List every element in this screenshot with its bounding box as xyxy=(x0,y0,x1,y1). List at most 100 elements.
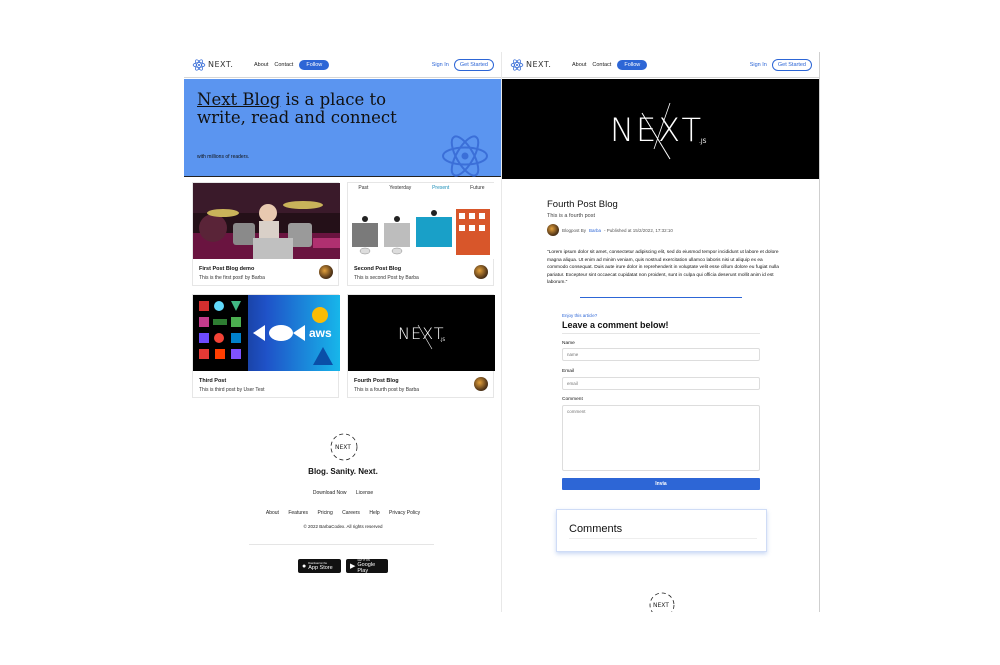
name-label: Name xyxy=(562,341,575,346)
comment-textarea[interactable] xyxy=(562,405,760,471)
card-subtitle: This is a fourth post by Barba xyxy=(354,387,420,393)
hero-subtitle: with millions of readers. xyxy=(197,154,250,160)
footer-links-row: About Features Pricing Careers Help Priv… xyxy=(184,510,501,516)
card-title: Third Post xyxy=(199,378,227,384)
post-card-1[interactable]: First Post Blog demo This is the first p… xyxy=(192,182,340,286)
get-started-button[interactable]: Get Started xyxy=(771,58,812,71)
card-title: Fourth Post Blog xyxy=(354,378,399,384)
nav-links: About Contact Follow xyxy=(254,59,330,70)
google-play-button[interactable]: ▶ GET IT ON Google Play xyxy=(346,559,388,574)
nav-contact-link[interactable]: Contact xyxy=(592,62,611,68)
svg-text:NEXT: NEXT xyxy=(398,324,445,343)
footer-pricing-link[interactable]: Pricing xyxy=(317,510,332,516)
author-avatar xyxy=(547,224,559,236)
app-store-big-text: App Store xyxy=(308,564,333,571)
follow-button[interactable]: Follow xyxy=(299,59,330,70)
meta-prefix: Blogpost By xyxy=(562,227,587,233)
form-divider xyxy=(562,333,760,334)
drummer-photo xyxy=(193,183,340,259)
site-logo[interactable]: NEXT. xyxy=(192,58,250,72)
footer-about-link[interactable]: About xyxy=(266,510,279,516)
site-logo[interactable]: NEXT. xyxy=(510,58,568,72)
app-store-text: Download on the App Store xyxy=(308,562,332,571)
card-title: First Post Blog demo xyxy=(199,266,255,272)
meta-author-link[interactable]: Barba xyxy=(589,228,601,233)
email-label: Email xyxy=(562,369,574,374)
app-store-button[interactable]: ● Download on the App Store xyxy=(298,559,341,573)
google-play-big-text: Google Play xyxy=(357,561,376,574)
follow-button[interactable]: Follow xyxy=(617,59,648,70)
timeline-diagram xyxy=(352,209,490,255)
card-subtitle: This is second Post by Barba xyxy=(354,275,419,281)
atom-icon xyxy=(510,58,524,71)
footer-help-link[interactable]: Help xyxy=(369,510,379,516)
blog-post-page: NEXT. About Contact Follow Sign In Get S… xyxy=(502,52,820,612)
play-icon: ▶ xyxy=(350,563,356,570)
license-link[interactable]: License xyxy=(356,490,373,496)
author-avatar xyxy=(474,377,488,391)
react-atom-icon xyxy=(442,135,488,177)
footer-privacy-link[interactable]: Privacy Policy xyxy=(389,510,420,516)
nav-auth: Sign In Get Started xyxy=(432,58,494,71)
banner-js-text: .JS xyxy=(699,138,707,145)
footer-brand: Blog. Sanity. Next. xyxy=(308,467,378,476)
svg-text:.JS: .JS xyxy=(440,337,445,342)
banner-next-text: NEXT xyxy=(610,111,703,149)
top-nav: NEXT. About Contact Follow Sign In Get S… xyxy=(502,52,819,78)
get-started-button[interactable]: Get Started xyxy=(453,58,494,71)
hero-banner: Next Blog is a place to write, read and … xyxy=(184,79,501,177)
post-meta: Blogpost By Barba - Published at 15/2/20… xyxy=(547,224,673,236)
enjoy-text: Enjoy this article? xyxy=(562,313,598,318)
footer-logo-text: NEXT xyxy=(335,444,351,451)
post-subtitle: This is a fourth post xyxy=(547,213,595,219)
hero-title-link[interactable]: Next Blog xyxy=(197,90,280,109)
card-subtitle: This is third post by User Test xyxy=(199,387,265,393)
logo-text: NEXT. xyxy=(526,60,552,69)
sign-in-link[interactable]: Sign In xyxy=(432,62,449,68)
card-title: Second Post Blog xyxy=(354,266,402,272)
post-card-4[interactable]: NEXT .JS Fourth Post Blog This is a four… xyxy=(347,294,495,398)
footer-copyright: © 2022 BarbaCodex. All rights reserved xyxy=(303,524,383,529)
download-now-link[interactable]: Download Now xyxy=(313,490,347,496)
comments-section: Comments xyxy=(556,509,767,552)
footer-logo-text: NEXT xyxy=(653,602,669,609)
author-avatar xyxy=(474,265,488,279)
meta-published: - Published at 15/2/2022, 17:32:10 xyxy=(604,227,673,233)
post-title: Fourth Post Blog xyxy=(547,199,618,210)
author-avatar xyxy=(319,265,333,279)
nextjs-logo-image: NEXT .JS xyxy=(348,295,495,371)
google-play-text: GET IT ON Google Play xyxy=(357,559,384,574)
post-card-2[interactable]: Past Yesterday Present Future Second Pos… xyxy=(347,182,495,286)
post-card-3[interactable]: aws Third Post This is third post by Use… xyxy=(192,294,340,398)
apple-icon: ● xyxy=(302,562,307,570)
nav-contact-link[interactable]: Contact xyxy=(274,62,293,68)
submit-comment-button[interactable]: Invia xyxy=(562,478,760,490)
atom-icon xyxy=(192,58,206,71)
nav-about-link[interactable]: About xyxy=(254,62,268,68)
comment-label: Comment xyxy=(562,397,583,402)
blog-home-page: NEXT. About Contact Follow Sign In Get S… xyxy=(184,52,502,612)
footer-features-link[interactable]: Features xyxy=(288,510,308,516)
logo-text: NEXT. xyxy=(208,60,234,69)
architecture-timeline-image: Past Yesterday Present Future xyxy=(348,183,495,259)
nav-auth: Sign In Get Started xyxy=(750,58,812,71)
top-nav: NEXT. About Contact Follow Sign In Get S… xyxy=(184,52,501,78)
nextjs-logo: NEXT .JS xyxy=(610,102,707,160)
post-cover-image: NEXT .JS xyxy=(502,79,819,179)
comments-divider xyxy=(569,538,757,539)
footer-careers-link[interactable]: Careers xyxy=(342,510,360,516)
name-input[interactable] xyxy=(562,348,760,361)
screenshot-canvas: NEXT. About Contact Follow Sign In Get S… xyxy=(0,0,1000,665)
email-input[interactable] xyxy=(562,377,760,390)
hero-title: Next Blog is a place to write, read and … xyxy=(197,91,397,126)
comment-heading: Leave a comment below! xyxy=(562,320,669,330)
svg-text:aws: aws xyxy=(309,326,332,340)
card-subtitle: This is the first post! by Barba xyxy=(199,275,265,281)
tech-stack-image: aws xyxy=(193,295,340,371)
nav-about-link[interactable]: About xyxy=(572,62,586,68)
sign-in-link[interactable]: Sign In xyxy=(750,62,767,68)
footer-logo-icon: NEXT xyxy=(649,592,675,612)
footer-divider xyxy=(249,544,434,545)
post-body: "Lorem ipsum dolor sit amet, consectetur… xyxy=(547,250,779,286)
footer-logo-icon: NEXT xyxy=(330,433,358,461)
